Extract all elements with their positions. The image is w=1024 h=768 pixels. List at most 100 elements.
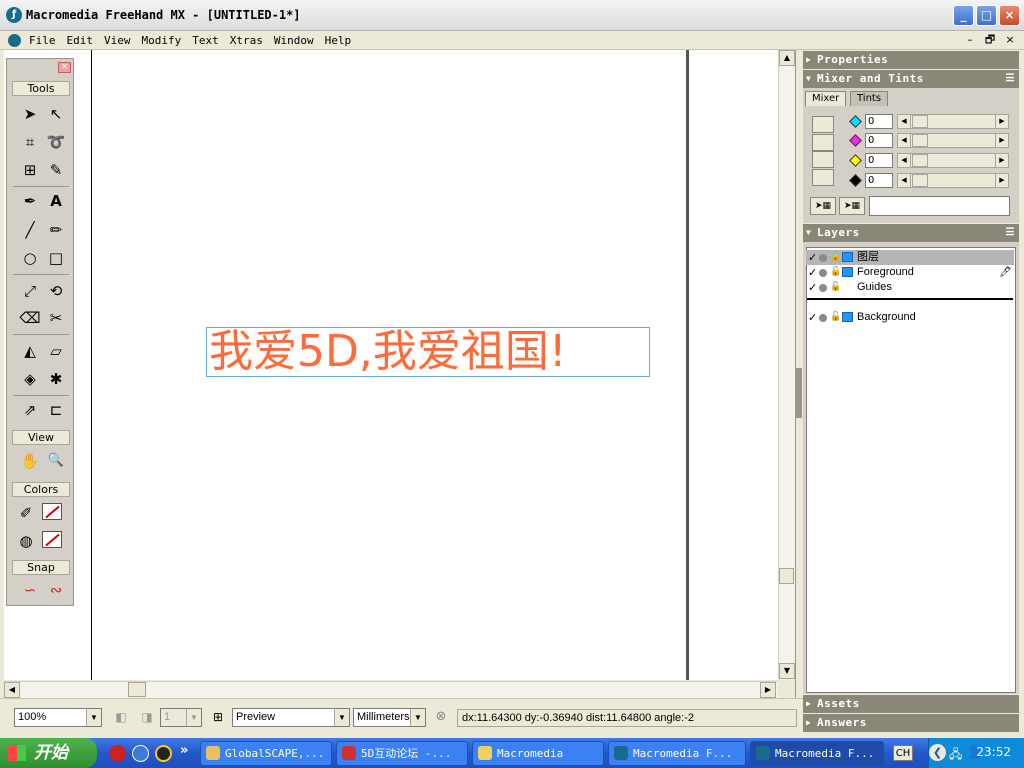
extrude-tool-icon[interactable]: ▱ bbox=[45, 340, 67, 362]
page-select[interactable]: 1 ▼ bbox=[160, 708, 202, 727]
language-indicator[interactable]: CH bbox=[893, 745, 913, 761]
mixer-tints-panel-header[interactable]: ▼ Mixer and Tints ☰ bbox=[803, 70, 1019, 88]
lock-icon[interactable]: 🔓 bbox=[830, 280, 841, 295]
cancel-render-icon[interactable]: ⊗ bbox=[430, 706, 452, 728]
pen-tool-icon[interactable]: ✒ bbox=[19, 190, 41, 212]
layer-row[interactable]: ✓ 🔓 图层 bbox=[806, 250, 1014, 265]
taskbar-item-globalscape[interactable]: GlobalSCAPE,... bbox=[200, 741, 332, 766]
layer-row[interactable]: ✓ 🔓 Background bbox=[806, 310, 1014, 325]
rgb-mode-icon[interactable] bbox=[812, 134, 834, 151]
taskbar-item-5d-forum[interactable]: 5D互动论坛 -... bbox=[336, 741, 468, 766]
pencil-tool-icon[interactable]: ✏ bbox=[45, 219, 67, 241]
visibility-check-icon[interactable]: ✓ bbox=[808, 265, 817, 280]
preview-dot-icon[interactable] bbox=[819, 254, 827, 262]
scale-tool-icon[interactable]: ⤢ bbox=[19, 280, 41, 302]
pointer-tool-icon[interactable]: ➤ bbox=[19, 103, 41, 125]
stroke-color-icon[interactable]: ✐ bbox=[15, 502, 37, 524]
next-page-icon[interactable]: ◨ bbox=[136, 706, 158, 728]
chevron-down-icon[interactable]: ▼ bbox=[334, 709, 349, 726]
magenta-slider[interactable]: ◀ ▶ bbox=[897, 133, 1009, 148]
tab-mixer[interactable]: Mixer bbox=[805, 91, 847, 106]
panel-options-icon[interactable]: ☰ bbox=[1006, 224, 1015, 242]
doc-close-button[interactable]: × bbox=[1002, 32, 1018, 47]
chevron-down-icon[interactable]: ▼ bbox=[86, 709, 101, 726]
system-color-icon[interactable] bbox=[812, 169, 834, 186]
trace-tool-icon[interactable]: ⊞ bbox=[19, 159, 41, 181]
panel-splitter[interactable] bbox=[795, 50, 802, 738]
quicklaunch-ie-icon[interactable] bbox=[132, 745, 149, 762]
text-tool-icon[interactable]: A bbox=[45, 190, 67, 212]
reflect-tool-icon[interactable]: ⟲ bbox=[45, 280, 67, 302]
visibility-check-icon[interactable]: ✓ bbox=[808, 310, 817, 325]
start-button[interactable]: 开始 bbox=[0, 738, 97, 768]
subselect-tool-icon[interactable]: ↖ bbox=[45, 103, 67, 125]
zoom-tool-icon[interactable]: 🔍 bbox=[45, 450, 67, 472]
snap-to-point-icon[interactable]: ∽ bbox=[19, 579, 41, 601]
doc-restore-button[interactable]: 🗗 bbox=[982, 32, 998, 47]
perspective-tool-icon[interactable]: ◭ bbox=[19, 340, 41, 362]
prev-page-icon[interactable]: ◧ bbox=[110, 706, 132, 728]
color-well[interactable] bbox=[869, 196, 1010, 216]
scroll-down-button[interactable]: ▼ bbox=[779, 663, 795, 679]
quicklaunch-more[interactable]: » bbox=[180, 743, 188, 758]
scroll-left-button[interactable]: ◀ bbox=[4, 682, 20, 698]
lock-icon[interactable]: 🔓 bbox=[830, 265, 841, 280]
layers-panel-header[interactable]: ▼ Layers ☰ bbox=[803, 224, 1019, 242]
chevron-down-icon[interactable]: ▼ bbox=[410, 709, 425, 726]
cmyk-mode-icon[interactable] bbox=[812, 116, 834, 133]
taskbar-item-freehand-1[interactable]: Macromedia F... bbox=[608, 741, 746, 766]
vertical-scroll-thumb[interactable] bbox=[779, 568, 794, 584]
horizontal-scrollbar[interactable]: ◀ ▶ bbox=[4, 681, 778, 698]
horizontal-scroll-thumb[interactable] bbox=[128, 682, 146, 697]
black-value-field[interactable]: 0 bbox=[865, 173, 893, 188]
add-page-icon[interactable]: ⊞ bbox=[207, 706, 229, 728]
menu-file[interactable]: File bbox=[29, 34, 56, 47]
layer-color-swatch[interactable] bbox=[842, 267, 853, 277]
panel-options-icon[interactable]: ☰ bbox=[1006, 70, 1015, 88]
cyan-slider[interactable]: ◀ ▶ bbox=[897, 114, 1009, 129]
layer-color-swatch[interactable] bbox=[842, 312, 853, 322]
canvas-text-block[interactable]: 我爱5D,我爱祖国! bbox=[206, 327, 650, 377]
assets-panel-header[interactable]: ▶ Assets bbox=[803, 695, 1019, 713]
tab-tints[interactable]: Tints bbox=[850, 91, 889, 106]
black-slider[interactable]: ◀ ▶ bbox=[897, 173, 1009, 188]
magenta-value-field[interactable]: 0 bbox=[865, 133, 893, 148]
ellipse-tool-icon[interactable]: ○ bbox=[19, 247, 41, 269]
link-tool-icon[interactable]: ⇗ bbox=[19, 399, 41, 421]
yellow-value-field[interactable]: 0 bbox=[865, 153, 893, 168]
tools-close-button[interactable]: × bbox=[58, 62, 71, 73]
menu-text[interactable]: Text bbox=[192, 34, 219, 47]
cyan-value-field[interactable]: 0 bbox=[865, 114, 893, 129]
scroll-right-button[interactable]: ▶ bbox=[760, 682, 776, 698]
chevron-down-icon[interactable]: ▼ bbox=[186, 709, 201, 726]
hand-tool-icon[interactable]: ✋ bbox=[19, 450, 41, 472]
properties-panel-header[interactable]: ▶ Properties bbox=[803, 51, 1019, 69]
taskbar-item-macromedia-folder[interactable]: Macromedia bbox=[472, 741, 604, 766]
connector-tool-icon[interactable]: ⊏ bbox=[45, 399, 67, 421]
network-icon[interactable]: 🖧 bbox=[949, 745, 962, 766]
menu-help[interactable]: Help bbox=[325, 34, 352, 47]
quicklaunch-browser-icon[interactable] bbox=[109, 745, 126, 762]
knife-tool-icon[interactable]: ✂ bbox=[45, 307, 67, 329]
menu-window[interactable]: Window bbox=[274, 34, 314, 47]
eyedropper-tool-icon[interactable]: ✎ bbox=[45, 159, 67, 181]
lock-icon[interactable]: 🔓 bbox=[830, 250, 841, 265]
quicklaunch-qq-icon[interactable] bbox=[155, 745, 172, 762]
layer-row[interactable]: ✓ 🔓 Guides bbox=[806, 280, 1014, 295]
visibility-check-icon[interactable]: ✓ bbox=[808, 250, 817, 265]
close-button[interactable]: × bbox=[999, 5, 1020, 26]
zoom-select[interactable]: 100% ▼ bbox=[14, 708, 102, 727]
line-tool-icon[interactable]: ╱ bbox=[19, 219, 41, 241]
view-mode-select[interactable]: Preview ▼ bbox=[232, 708, 350, 727]
yellow-slider[interactable]: ◀ ▶ bbox=[897, 153, 1009, 168]
add-to-swatches-grid-button[interactable]: ➤▦ bbox=[839, 197, 865, 215]
lasso-tool-icon[interactable]: ➰ bbox=[45, 131, 67, 153]
scroll-up-button[interactable]: ▲ bbox=[779, 50, 795, 66]
tray-expand-icon[interactable]: ❮ bbox=[929, 744, 946, 761]
visibility-check-icon[interactable]: ✓ bbox=[808, 280, 817, 295]
blend-tool-icon[interactable]: ✱ bbox=[45, 368, 67, 390]
preview-dot-icon[interactable] bbox=[819, 314, 827, 322]
menu-modify[interactable]: Modify bbox=[142, 34, 182, 47]
maximize-button[interactable]: □ bbox=[976, 5, 997, 26]
freehand-app-icon[interactable]: ƒ bbox=[6, 7, 22, 23]
